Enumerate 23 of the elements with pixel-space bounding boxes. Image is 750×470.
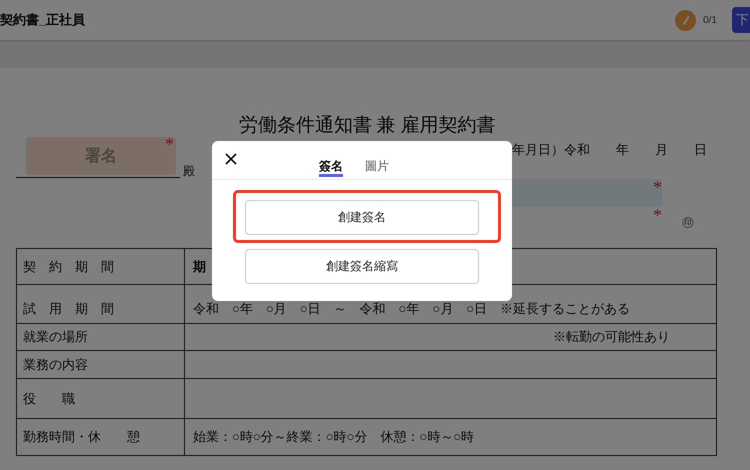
avatar-icon (675, 10, 696, 30)
dialog-tab[interactable]: 圖片 (365, 141, 389, 177)
table-cell: 役 職 (16, 378, 184, 418)
progress-count: 0/1 (703, 14, 717, 26)
table-cell: 契 約 期 間 (16, 248, 184, 284)
date-line: 年月日）令和 年 月 日 (512, 141, 708, 159)
dialog-tab[interactable]: 簽名 (319, 141, 343, 177)
table-cell: 試 用 期 間 (16, 284, 184, 324)
table-cell: ※転勤の可能性あり (184, 324, 716, 350)
table-cell: 始業：○時○分～終業：○時○分 休憩：○時～○時 (184, 418, 716, 456)
create-button[interactable]: 創建簽名 (245, 200, 479, 235)
required-mark: * (165, 135, 174, 153)
table-cell: 就業の場所 (16, 324, 184, 350)
required-mark: * (653, 207, 662, 223)
table-cell: 勤務時間・休 憩 (16, 418, 184, 456)
document-heading: 労働条件通知書 兼 雇用契約書 (238, 115, 496, 137)
table-cell: 業務の内容 (16, 350, 184, 378)
required-mark: * (653, 179, 662, 195)
seal-mark: ㊞ (682, 214, 694, 231)
addressee-suffix: 殿 (183, 164, 195, 178)
create-button[interactable]: 創建簽名縮寫 (245, 249, 479, 284)
close-icon[interactable] (225, 153, 237, 165)
document-title: 契約書_正社員 (0, 11, 86, 29)
